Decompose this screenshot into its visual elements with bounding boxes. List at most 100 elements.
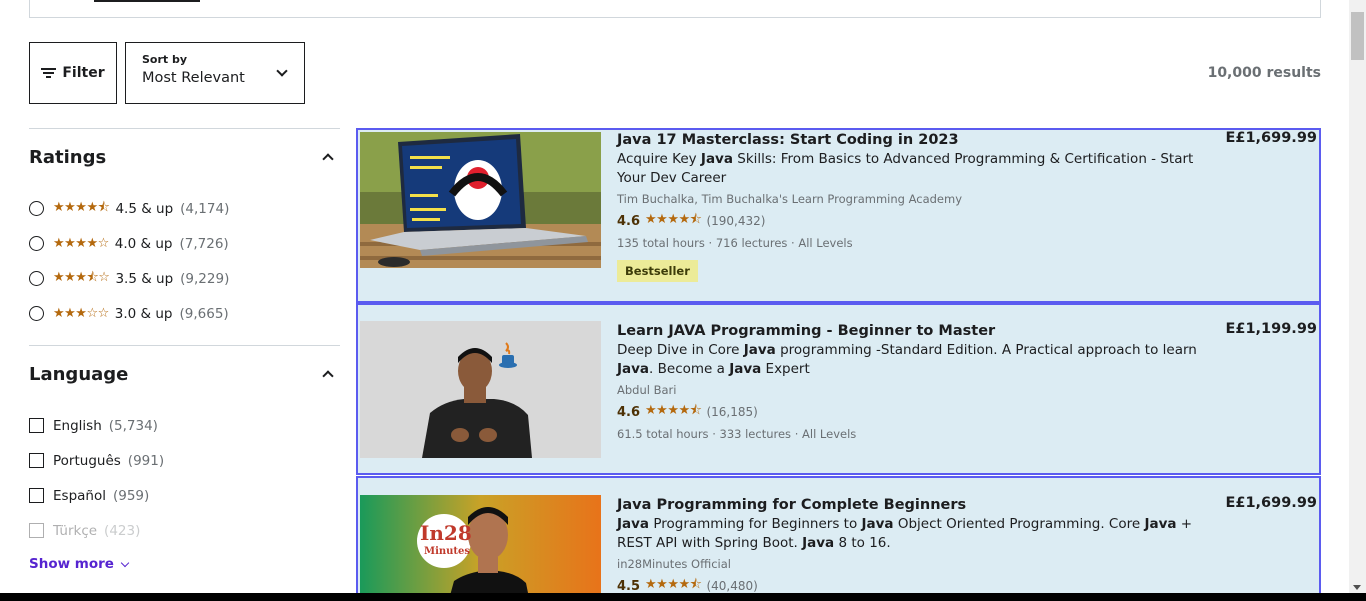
language-count: (423) — [104, 522, 141, 539]
radio-button[interactable] — [29, 306, 44, 321]
course-rating: 4.6 ★★★★⯪ (190,432) — [617, 210, 1217, 232]
course-info: Java 17 Masterclass: Start Coding in 202… — [617, 130, 1217, 282]
course-info: Learn JAVA Programming - Beginner to Mas… — [617, 321, 1217, 441]
ratings-header[interactable]: Ratings — [29, 129, 340, 185]
results-count: 10,000 results — [1207, 65, 1321, 81]
course-price: E£1,699.99 — [1225, 495, 1317, 511]
rating-option[interactable]: ★★★⯪☆ 3.5 & up (9,229) — [29, 261, 340, 296]
sort-select[interactable]: Sort by Most Relevant — [125, 42, 305, 104]
course-instructors: Tim Buchalka, Tim Buchalka's Learn Progr… — [617, 192, 963, 206]
course-title[interactable]: Learn JAVA Programming - Beginner to Mas… — [617, 323, 1217, 339]
scroll-down-arrow-icon[interactable] — [1353, 585, 1361, 590]
rating-count: (9,229) — [180, 270, 230, 287]
show-more-label: Show more — [29, 556, 114, 572]
course-card[interactable]: Learn JAVA Programming - Beginner to Mas… — [356, 303, 1321, 475]
bestseller-badge: Bestseller — [617, 260, 698, 282]
star-rating-icon: ★★★★⯪ — [645, 403, 702, 418]
ratings-section: Ratings ★★★★⯪ 4.5 & up (4,174) ★★★★☆ 4.0… — [29, 128, 340, 345]
radio-button[interactable] — [29, 236, 44, 251]
language-label: English — [53, 417, 102, 434]
bottom-edge-bar — [0, 593, 1366, 601]
in28minutes-logo-text-2: Minutes — [424, 546, 471, 557]
language-option[interactable]: Español (959) — [29, 478, 340, 513]
course-thumbnail[interactable] — [360, 321, 601, 458]
checkbox[interactable] — [29, 418, 44, 433]
sort-label: Sort by — [142, 53, 188, 66]
filter-icon — [41, 67, 57, 79]
course-price: E£1,199.99 — [1225, 321, 1317, 337]
filter-sidebar: Ratings ★★★★⯪ 4.5 & up (4,174) ★★★★☆ 4.0… — [29, 128, 340, 572]
course-rating: 4.6 ★★★★⯪ (16,185) — [617, 401, 1217, 423]
rating-count: (9,665) — [179, 305, 229, 322]
scrollbar-thumb[interactable] — [1351, 12, 1364, 60]
rating-label: 3.0 & up — [114, 305, 173, 322]
course-title[interactable]: Java Programming for Complete Beginners — [617, 497, 1217, 513]
course-meta: 61.5 total hours · 333 lectures · All Le… — [617, 427, 857, 441]
rating-value: 4.6 — [617, 213, 641, 229]
course-description: Deep Dive in Core Java programming -Stan… — [617, 342, 1197, 377]
in28minutes-logo-text: In28 — [420, 521, 472, 545]
chevron-up-icon — [322, 370, 334, 382]
show-more-button[interactable]: Show more — [29, 556, 340, 572]
language-label: Türkçe — [53, 522, 98, 539]
radio-button[interactable] — [29, 271, 44, 286]
language-count: (991) — [127, 452, 165, 469]
rating-count: (7,726) — [179, 235, 229, 252]
language-option[interactable]: Português (991) — [29, 443, 340, 478]
vertical-scrollbar[interactable] — [1349, 0, 1366, 601]
star-rating-icon: ★★★★⯪ — [645, 212, 702, 227]
rating-label: 3.5 & up — [115, 270, 174, 287]
course-meta: 135 total hours · 716 lectures · All Lev… — [617, 236, 853, 250]
star-rating-icon: ★★★☆☆ — [53, 306, 109, 321]
rating-label: 4.0 & up — [114, 235, 173, 252]
rating-option[interactable]: ★★★★⯪ 4.5 & up (4,174) — [29, 191, 340, 226]
rating-option[interactable]: ★★★★☆ 4.0 & up (7,726) — [29, 226, 340, 261]
rating-value: 4.6 — [617, 404, 641, 420]
rating-label: 4.5 & up — [115, 200, 174, 217]
star-rating-icon: ★★★★☆ — [53, 236, 109, 251]
language-label: Português — [53, 452, 121, 469]
language-count: (5,734) — [108, 417, 158, 434]
language-count: (959) — [112, 487, 150, 504]
rating-option[interactable]: ★★★☆☆ 3.0 & up (9,665) — [29, 296, 340, 331]
checkbox[interactable] — [29, 523, 44, 538]
course-card[interactable]: Java 17 Masterclass: Start Coding in 202… — [356, 128, 1321, 303]
page: Filter Sort by Most Relevant 10,000 resu… — [0, 0, 1366, 601]
active-tab-indicator — [94, 0, 200, 2]
course-price: E£1,699.99 — [1225, 130, 1317, 146]
language-title: Language — [29, 363, 129, 385]
chevron-down-icon — [120, 558, 130, 567]
filter-label: Filter — [62, 65, 105, 81]
course-card[interactable]: In28 Minutes Java Programming for Comple… — [356, 476, 1321, 601]
sort-value: Most Relevant — [142, 70, 245, 86]
language-header[interactable]: Language — [29, 346, 340, 402]
course-thumbnail[interactable] — [360, 132, 601, 268]
language-option[interactable]: Türkçe (423) — [29, 513, 340, 548]
course-image-laptop — [360, 132, 601, 268]
course-title[interactable]: Java 17 Masterclass: Start Coding in 202… — [617, 132, 1217, 148]
star-rating-icon: ★★★★⯪ — [53, 199, 110, 215]
chevron-up-icon — [322, 153, 334, 165]
language-section: Language English (5,734) Português (991)… — [29, 345, 340, 572]
rating-value: 4.5 — [617, 578, 641, 594]
course-thumbnail[interactable]: In28 Minutes — [360, 495, 601, 601]
search-area-remnant — [29, 0, 1321, 18]
course-instructors: Abdul Bari — [617, 383, 677, 397]
course-instructors: in28Minutes Official — [617, 557, 731, 571]
course-description: Acquire Key Java Skills: From Basics to … — [617, 151, 1194, 186]
checkbox[interactable] — [29, 488, 44, 503]
course-info: Java Programming for Complete Beginners … — [617, 495, 1217, 597]
review-count: (40,480) — [706, 579, 758, 593]
rating-count: (4,174) — [180, 200, 230, 217]
language-option[interactable]: English (5,734) — [29, 408, 340, 443]
star-rating-icon: ★★★⯪☆ — [53, 269, 110, 285]
language-label: Español — [53, 487, 106, 504]
checkbox[interactable] — [29, 453, 44, 468]
radio-button[interactable] — [29, 201, 44, 216]
course-description: Java Programming for Beginners to Java O… — [617, 516, 1193, 551]
filter-button[interactable]: Filter — [29, 42, 117, 104]
review-count: (190,432) — [706, 214, 766, 228]
course-image-instructor — [360, 321, 601, 458]
ratings-title: Ratings — [29, 146, 107, 168]
course-image-in28minutes — [360, 495, 601, 601]
